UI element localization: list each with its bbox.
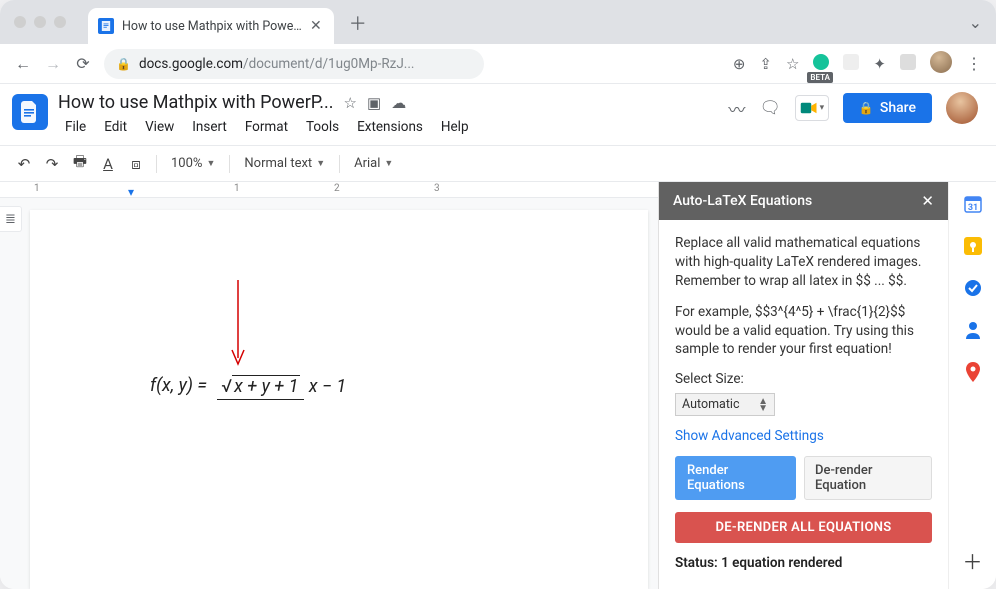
equation-image[interactable]: f(x, y) = √x + y + 1 x − 1 xyxy=(150,375,346,397)
bookmark-icon[interactable]: ☆ xyxy=(786,55,799,73)
cloud-status-icon[interactable]: ☁ xyxy=(391,94,406,112)
indent-marker-icon[interactable]: ▾ xyxy=(128,185,134,199)
docs-toolbar: ↶ ↷ 🖶 A ⧈ 100%▼ Normal text▼ Arial▼ xyxy=(0,146,996,182)
menu-edit[interactable]: Edit xyxy=(97,116,134,138)
window-controls[interactable] xyxy=(14,16,66,28)
profile-avatar[interactable] xyxy=(930,51,952,77)
keep-icon[interactable] xyxy=(963,236,983,256)
browser-tab[interactable]: How to use Mathpix with PowerP ✕ xyxy=(88,8,334,44)
google-sidepanel: 31 ＋ xyxy=(948,182,996,589)
zoom-dropdown[interactable]: 100%▼ xyxy=(165,156,221,171)
forward-button[interactable]: → xyxy=(44,54,62,74)
addon-title: Auto-LaTeX Equations xyxy=(673,193,812,209)
menu-format[interactable]: Format xyxy=(238,116,295,138)
outline-toggle[interactable]: ≣ xyxy=(0,206,22,232)
close-window-dot[interactable] xyxy=(14,16,26,28)
tab-title: How to use Mathpix with PowerP xyxy=(122,19,302,34)
zoom-window-dot[interactable] xyxy=(54,16,66,28)
document-canvas[interactable]: ≣ 1 ▾ 1 2 3 f(x, y) = √x + y + 1 x − 1 xyxy=(0,182,658,589)
menu-file[interactable]: File xyxy=(58,116,93,138)
addon-desc-2: For example, $$3^{4^5} + \frac{1}{2}$$ w… xyxy=(675,303,932,360)
render-equations-button[interactable]: Render Equations xyxy=(675,456,796,500)
stepper-icon: ▲▼ xyxy=(758,398,768,412)
addon-desc-1: Replace all valid mathematical equations… xyxy=(675,234,932,291)
print-icon[interactable]: 🖶 xyxy=(68,152,92,176)
account-avatar[interactable] xyxy=(946,92,978,124)
new-tab-button[interactable]: ＋ xyxy=(344,9,372,37)
derender-all-button[interactable]: DE-RENDER ALL EQUATIONS xyxy=(675,512,932,543)
svg-text:31: 31 xyxy=(967,203,977,213)
tab-close-icon[interactable]: ✕ xyxy=(310,18,322,34)
star-doc-icon[interactable]: ☆ xyxy=(344,94,357,112)
comments-icon[interactable]: 🗨 xyxy=(759,98,781,118)
redo-icon[interactable]: ↷ xyxy=(40,152,64,176)
lock-icon: 🔒 xyxy=(859,101,874,115)
extension-grammarly-icon[interactable]: BETA xyxy=(813,54,829,74)
docs-menubar: File Edit View Insert Format Tools Exten… xyxy=(58,116,476,138)
tasks-icon[interactable] xyxy=(963,278,983,298)
style-dropdown[interactable]: Normal text▼ xyxy=(238,156,331,171)
address-bar[interactable]: 🔒 docs.google.com/document/d/1ug0Mp-RzJ.… xyxy=(104,49,484,79)
menu-extensions[interactable]: Extensions xyxy=(350,116,430,138)
addon-sidebar: Auto-LaTeX Equations ✕ Replace all valid… xyxy=(658,182,948,589)
extension-icon-2[interactable] xyxy=(843,54,859,74)
addon-close-icon[interactable]: ✕ xyxy=(921,192,934,210)
docs-logo-icon[interactable] xyxy=(12,94,48,130)
back-button[interactable]: ← xyxy=(14,54,32,74)
menu-tools[interactable]: Tools xyxy=(299,116,346,138)
add-addon-icon[interactable]: ＋ xyxy=(963,546,983,575)
share-label: Share xyxy=(880,100,916,116)
minimize-window-dot[interactable] xyxy=(34,16,46,28)
maps-icon[interactable] xyxy=(963,362,983,382)
font-dropdown[interactable]: Arial▼ xyxy=(348,156,399,171)
reload-button[interactable]: ⟳ xyxy=(74,54,92,73)
tabs-overflow-icon[interactable]: ⌄ xyxy=(969,13,982,32)
advanced-settings-link[interactable]: Show Advanced Settings xyxy=(675,428,932,444)
calendar-icon[interactable]: 31 xyxy=(963,194,983,214)
menu-help[interactable]: Help xyxy=(434,116,476,138)
ruler[interactable]: 1 ▾ 1 2 3 xyxy=(0,182,658,198)
paint-format-icon[interactable]: ⧈ xyxy=(124,152,148,176)
menu-view[interactable]: View xyxy=(138,116,181,138)
extension-icon-3[interactable] xyxy=(900,54,916,74)
size-select[interactable]: Automatic ▲▼ xyxy=(675,393,775,416)
extensions-puzzle-icon[interactable]: ✦ xyxy=(873,55,886,73)
move-doc-icon[interactable]: ▣ xyxy=(367,94,381,112)
share-button[interactable]: 🔒 Share xyxy=(843,93,932,123)
browser-menu-icon[interactable]: ⋮ xyxy=(966,54,982,73)
browser-toolbar: ← → ⟳ 🔒 docs.google.com/document/d/1ug0M… xyxy=(0,44,996,84)
status-text: Status: 1 equation rendered xyxy=(675,555,932,571)
undo-icon[interactable]: ↶ xyxy=(12,152,36,176)
menu-insert[interactable]: Insert xyxy=(185,116,234,138)
meet-button[interactable]: ▾ xyxy=(795,95,829,121)
activity-icon[interactable]: 〰 xyxy=(728,96,745,121)
arrow-annotation xyxy=(228,280,248,370)
derender-equation-button[interactable]: De-render Equation xyxy=(804,456,932,500)
addon-header: Auto-LaTeX Equations ✕ xyxy=(659,182,948,220)
lock-icon: 🔒 xyxy=(116,57,131,71)
page[interactable]: f(x, y) = √x + y + 1 x − 1 xyxy=(30,210,648,589)
contacts-icon[interactable] xyxy=(963,320,983,340)
docs-favicon xyxy=(98,18,114,34)
spellcheck-icon[interactable]: A xyxy=(96,152,120,176)
browser-titlebar: How to use Mathpix with PowerP ✕ ＋ ⌄ xyxy=(0,0,996,44)
share-page-icon[interactable]: ⇪ xyxy=(759,55,772,73)
doc-title[interactable]: How to use Mathpix with PowerP... xyxy=(58,92,334,113)
size-label: Select Size: xyxy=(675,371,932,387)
url-text: docs.google.com/document/d/1ug0Mp-RzJ... xyxy=(139,56,415,72)
zoom-icon[interactable]: ⊕ xyxy=(733,55,746,73)
docs-header: How to use Mathpix with PowerP... ☆ ▣ ☁ … xyxy=(0,84,996,146)
beta-badge: BETA xyxy=(807,72,833,83)
